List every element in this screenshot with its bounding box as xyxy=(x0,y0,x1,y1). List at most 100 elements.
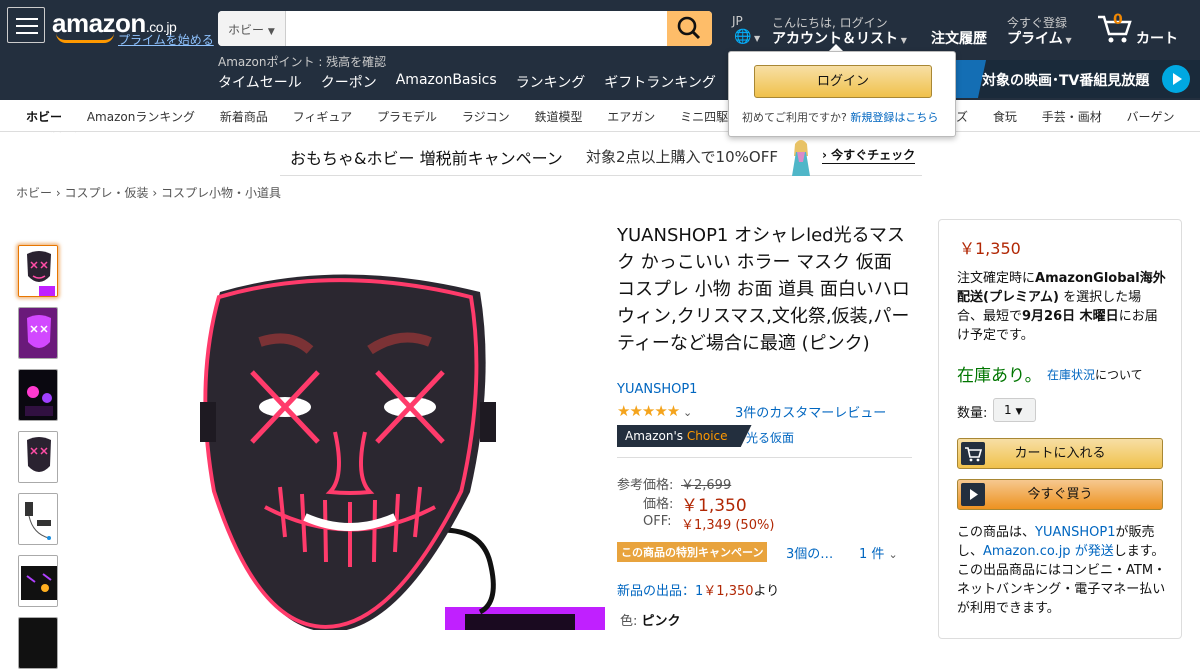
campaign-cta-label: 今すぐチェック xyxy=(831,148,916,162)
login-button[interactable]: ログイン xyxy=(754,65,932,98)
language-code[interactable]: JP xyxy=(732,14,743,28)
seller-pre: この商品は、 xyxy=(957,525,1036,540)
quantity-value: 1 xyxy=(1004,403,1012,417)
caret-down-icon: ▼ xyxy=(267,27,275,37)
nav-link-amazonbasics[interactable]: AmazonBasics xyxy=(396,72,497,92)
subnav-item-radicon[interactable]: ラジコン xyxy=(462,110,510,124)
doll-image xyxy=(788,138,814,176)
color-selection: 色: ピンク xyxy=(620,610,681,629)
campaign-subtitle: 対象2点以上購入で10%OFF xyxy=(586,148,778,166)
subnav-item-mini4wd[interactable]: ミニ四駆 xyxy=(680,110,728,124)
breadcrumb-item-cosplay-props[interactable]: コスプレ小物・小道具 xyxy=(161,186,281,200)
subnav-item-plamodel[interactable]: プラモデル xyxy=(377,110,437,124)
thumbnail-2[interactable] xyxy=(18,307,58,359)
add-to-cart-button[interactable]: カートに入れる xyxy=(957,438,1163,469)
breadcrumb-item-cosplay[interactable]: コスプレ・仮装 xyxy=(64,186,148,200)
deliver-to-country[interactable]: アメリカ合衆国 xyxy=(38,132,135,152)
prime-menu[interactable]: プライム ▼ xyxy=(1007,28,1072,48)
play-icon xyxy=(961,483,985,506)
subnav-item-craft[interactable]: 手芸・画材 xyxy=(1042,110,1102,124)
search-input[interactable] xyxy=(286,11,667,46)
nav-link-timesale[interactable]: タイムセール xyxy=(218,72,302,92)
register-link[interactable]: 新規登録はこちら xyxy=(850,111,938,124)
chevron-down-icon[interactable]: ⌄ xyxy=(683,406,692,419)
subnav-items-right: ズ 食玩 手芸・画材 バーゲン xyxy=(956,108,1196,125)
choice-prefix: Amazon's xyxy=(625,429,687,443)
breadcrumb-item-hobby[interactable]: ホビー xyxy=(16,186,52,200)
product-title: YUANSHOP1 オシャレled光るマスク かっこいい ホラー マスク 仮面 … xyxy=(617,225,910,354)
seller-info: この商品は、YUANSHOP1が販売し、Amazon.co.jp が発送します。… xyxy=(957,523,1167,618)
amazon-points-link[interactable]: Amazonポイント : 残高を確認 xyxy=(218,53,386,70)
breadcrumb-separator: › xyxy=(152,186,161,200)
subnav-item-hobby[interactable]: ホビー xyxy=(26,110,62,124)
search-category-select[interactable]: ホビー ▼ xyxy=(218,11,286,46)
add-to-cart-label: カートに入れる xyxy=(1014,446,1106,461)
cart-icon xyxy=(961,442,985,465)
subnav-item-new[interactable]: 新着商品 xyxy=(220,110,268,124)
caret-down-icon: ▼ xyxy=(898,36,907,45)
globe-icon[interactable]: 🌐 ▼ xyxy=(734,29,760,45)
chevron-right-icon: › xyxy=(822,148,827,162)
off-label: OFF: xyxy=(643,514,672,529)
subnav-item-figure[interactable]: フィギュア xyxy=(293,110,353,124)
subnav-items: ホビー Amazonランキング 新着商品 フィギュア プラモデル ラジコン 鉄道… xyxy=(26,108,786,125)
new-offers-label[interactable]: 新品の出品： xyxy=(617,584,695,599)
prime-start-link[interactable]: プライムを始める xyxy=(118,31,214,48)
nav-link-coupon[interactable]: クーポン xyxy=(321,72,377,92)
subnav-item-bargain[interactable]: バーゲン xyxy=(1127,110,1175,124)
buy-now-button[interactable]: 今すぐ買う xyxy=(957,479,1163,510)
thumbnail-5[interactable] xyxy=(18,493,58,545)
campaign-banner[interactable]: おもちゃ&ホビー 増税前キャンペーン 対象2点以上購入で10%OFF › 今すぐ… xyxy=(280,138,922,176)
fulfilled-by-link[interactable]: Amazon.co.jp が発送 xyxy=(983,544,1114,559)
subnav-item-partial-zu[interactable]: ズ xyxy=(956,110,968,124)
main-product-image[interactable] xyxy=(180,262,610,637)
nav-link-gift-ranking[interactable]: ギフトランキング xyxy=(604,72,716,92)
search-category-label: ホビー xyxy=(228,23,265,37)
category-subnav: ホビー Amazonランキング 新着商品 フィギュア プラモデル ラジコン 鉄道… xyxy=(0,100,1200,132)
thumbnail-6[interactable] xyxy=(18,555,58,607)
special-campaign-badge: この商品の特別キャンペーン xyxy=(617,542,768,562)
search-button[interactable] xyxy=(667,11,712,46)
new-offers-suffix: より xyxy=(753,584,780,599)
thumbnail-3[interactable] xyxy=(18,369,58,421)
divider xyxy=(617,457,912,458)
cart-label[interactable]: カート xyxy=(1136,28,1178,48)
subnav-item-ranking[interactable]: Amazonランキング xyxy=(87,110,195,124)
seller-link[interactable]: YUANSHOP1 xyxy=(1035,525,1115,540)
play-icon xyxy=(1162,65,1190,93)
orders-link[interactable]: 注文履歴 xyxy=(931,28,987,48)
subnav-item-railway[interactable]: 鉄道模型 xyxy=(534,110,582,124)
campaign-cta-link[interactable]: › 今すぐチェック xyxy=(822,146,916,164)
breadcrumb: ホビー › コスプレ・仮装 › コスプレ小物・小道具 xyxy=(16,184,281,201)
subnav-item-airgun[interactable]: エアガン xyxy=(607,110,655,124)
stock-status: 在庫あり。 xyxy=(957,366,1042,386)
stars-glyphs: ★★★★★ xyxy=(617,402,680,420)
brand-link[interactable]: YUANSHOP1 xyxy=(617,382,697,397)
thumbnail-4[interactable] xyxy=(18,431,58,483)
signin-flyout: ログイン 初めてご利用ですか? 新規登録はこちら xyxy=(728,51,956,137)
buybox-price: ￥1,350 xyxy=(959,239,1021,258)
menu-button[interactable] xyxy=(7,7,45,43)
thumbnail-1[interactable] xyxy=(18,245,58,297)
prime-video-promo[interactable]: 対象の映画･TV番組見放題 xyxy=(945,60,1200,98)
color-value: ピンク xyxy=(641,614,681,629)
campaign-count: 1 件 xyxy=(859,547,885,562)
nav-links: タイムセール クーポン AmazonBasics ランキング ギフトランキング … xyxy=(218,72,782,92)
reviews-link[interactable]: 3件のカスタマーレビュー xyxy=(735,402,886,421)
campaign-offers-link[interactable]: 3個の… xyxy=(786,543,833,562)
first-time-text: 初めてご利用ですか? xyxy=(742,111,847,124)
cart-count: 0 xyxy=(1113,12,1123,28)
search-bar: ホビー ▼ xyxy=(218,11,712,46)
stock-link[interactable]: 在庫状況 xyxy=(1047,368,1095,382)
amazons-choice-badge: Amazon's Choice xyxy=(617,425,752,447)
subnav-item-shokugan[interactable]: 食玩 xyxy=(993,110,1017,124)
choice-word: Choice xyxy=(686,429,728,443)
campaign-count-link[interactable]: 1 件 ⌄ xyxy=(859,543,898,562)
rating-stars-icon[interactable]: ★★★★★ ⌄ xyxy=(617,402,692,420)
new-offers[interactable]: 新品の出品：1￥1,350より xyxy=(617,580,779,599)
thumbnail-7[interactable] xyxy=(18,617,58,669)
nav-link-ranking[interactable]: ランキング xyxy=(516,72,586,92)
choice-keyword-link[interactable]: 光る仮面 xyxy=(746,429,794,446)
quantity-select[interactable]: 1 ▼ xyxy=(993,398,1036,422)
buy-box: ￥1,350 注文確定時にAmazonGlobal海外配送(プレミアム) を選択… xyxy=(938,219,1182,639)
